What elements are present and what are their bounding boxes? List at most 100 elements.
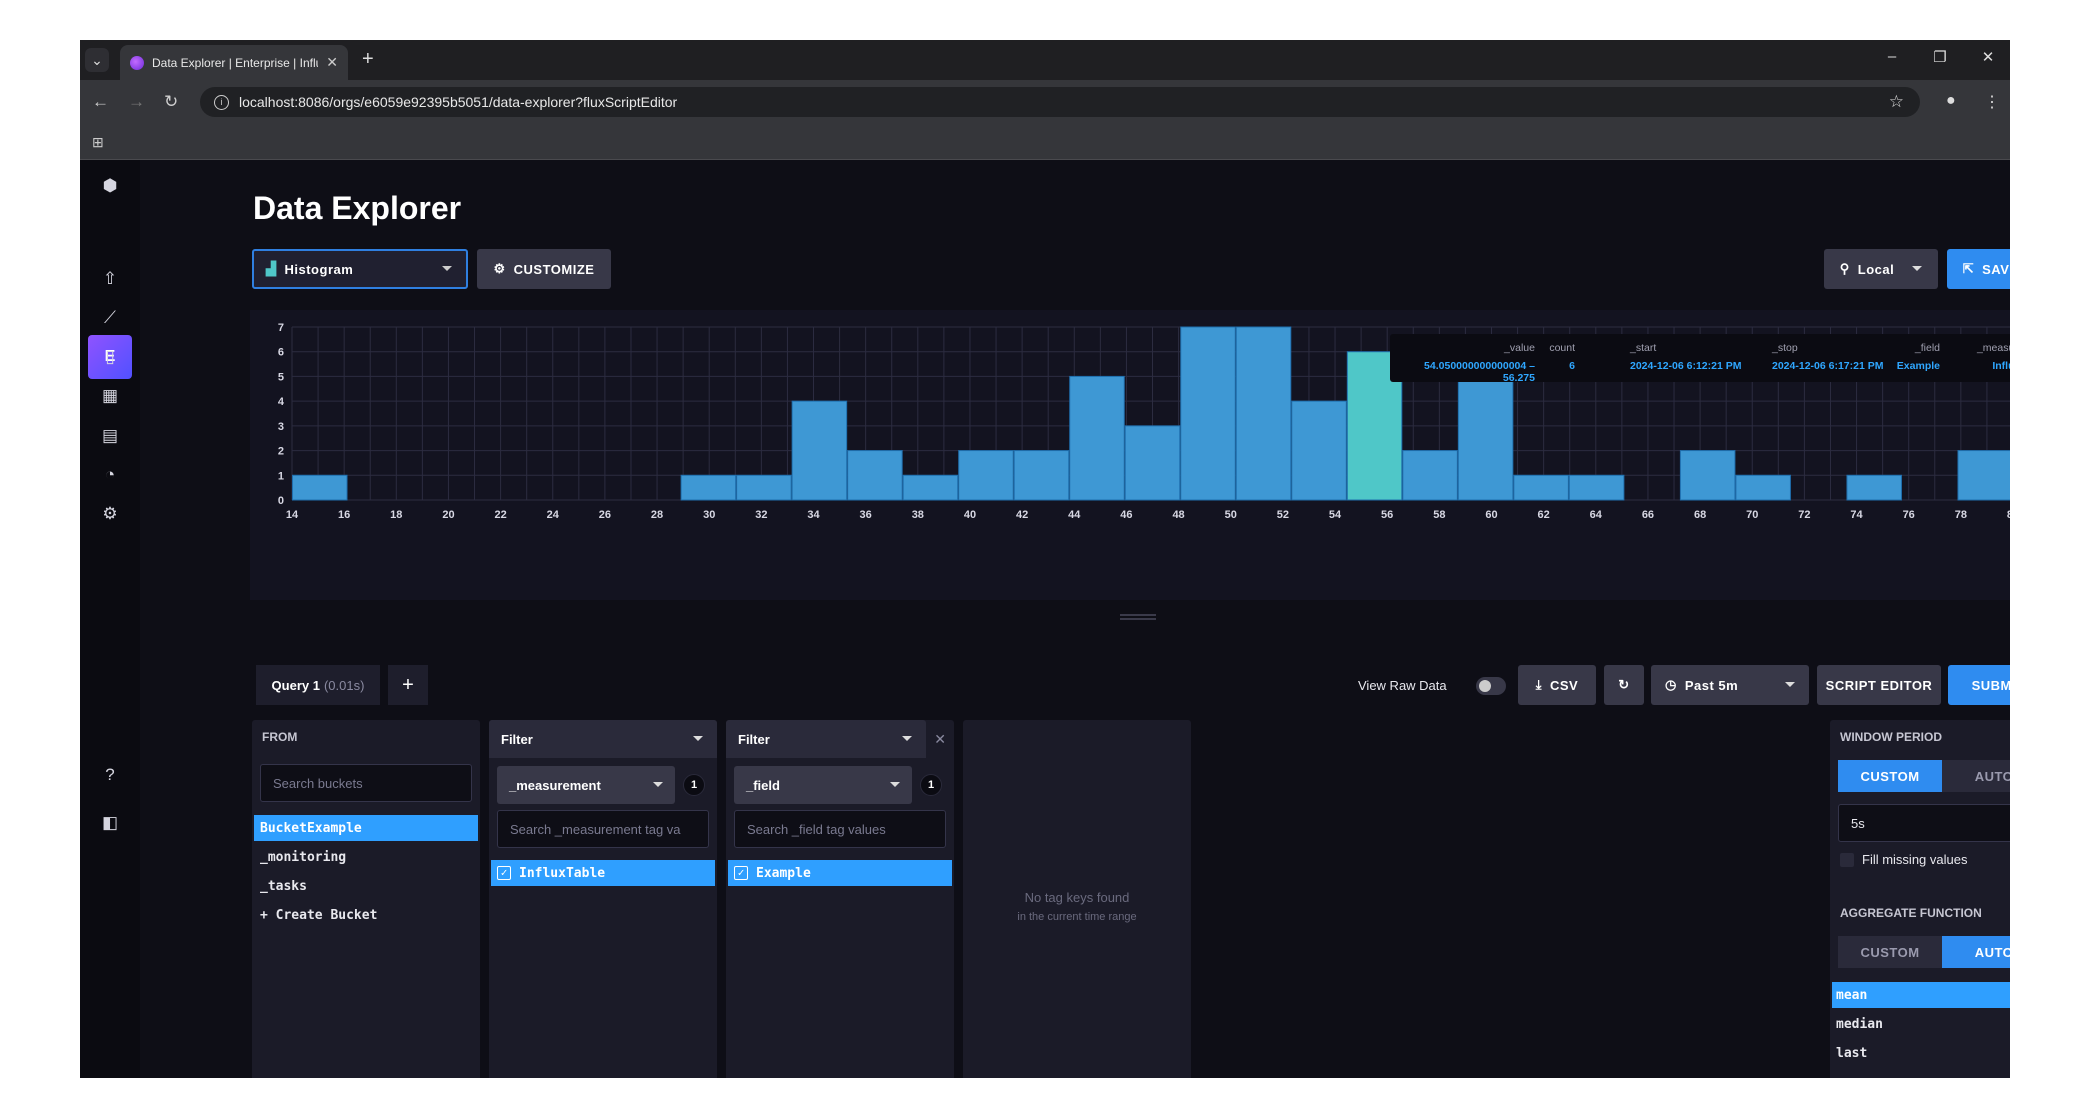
aggregate-auto-toggle[interactable]: AUTO (1942, 936, 2010, 968)
settings-gear-icon[interactable]: ⚙ (98, 502, 122, 526)
aggregate-function-item[interactable]: mean (1832, 982, 2010, 1008)
refresh-button[interactable]: ↻ (1604, 665, 1644, 705)
address-bar[interactable]: i localhost:8086/orgs/e6059e92395b5051/d… (200, 87, 1920, 117)
x-tick-label: 24 (547, 509, 560, 521)
tab-search-chevron-icon[interactable]: ⌄ (85, 48, 109, 72)
tab-close-icon[interactable]: ✕ (326, 54, 338, 71)
tooltip-col-count: count 6 (1549, 342, 1575, 372)
filter-function-dropdown[interactable]: Filter (726, 720, 926, 758)
customize-label: CUSTOMIZE (513, 261, 595, 277)
explorer-chart-icon[interactable]: ⟋ (98, 306, 122, 330)
alerts-bell-icon[interactable]: ◔ (98, 463, 122, 487)
bucket-item[interactable]: _monitoring (254, 844, 478, 870)
tooltip-header: count (1549, 342, 1575, 354)
histogram-bar (1180, 326, 1236, 501)
new-tab-plus-icon[interactable]: + (362, 48, 374, 71)
notebook-icon[interactable]: ▯ (98, 345, 122, 369)
dashboard-icon[interactable]: ▦ (98, 384, 122, 408)
x-tick-label: 56 (1381, 509, 1393, 521)
customize-button[interactable]: ⚙ CUSTOMIZE (477, 249, 611, 289)
tooltip-col-start: _start 2024-12-06 6:12:21 PM (1630, 342, 1742, 372)
nav-sidebar: ⬢ E ⇧ ⟋ ▯ ▦ ▤ ◔ ⚙ ? ◧ (80, 160, 140, 1078)
resize-handle[interactable] (1120, 614, 1156, 620)
site-info-icon[interactable]: i (214, 94, 229, 110)
collapse-sidebar-icon[interactable]: ◧ (98, 811, 122, 835)
view-raw-data-toggle[interactable] (1476, 677, 1506, 695)
upload-icon[interactable]: ⇧ (98, 267, 122, 291)
x-tick-label: 34 (807, 509, 820, 521)
x-tick-label: 32 (755, 509, 767, 521)
tooltip-header: _field (1914, 342, 1940, 354)
bucket-item[interactable]: BucketExample (254, 815, 478, 841)
window-period-input[interactable]: 5s (1838, 804, 2010, 842)
submit-button[interactable]: SUBMIT (1948, 665, 2010, 705)
x-tick-label: 46 (1120, 509, 1132, 521)
bookmark-star-icon[interactable]: ☆ (1889, 92, 1904, 112)
forward-arrow-icon[interactable]: → (128, 92, 145, 112)
add-query-button[interactable]: + (388, 665, 428, 705)
aggregate-function-item[interactable]: median (1832, 1011, 2010, 1037)
y-tick-label: 3 (278, 421, 284, 433)
aggregate-custom-toggle[interactable]: CUSTOM (1838, 936, 1942, 968)
tag-key-label: _measurement (509, 777, 601, 793)
histogram-bar (1124, 425, 1181, 501)
browser-tab[interactable]: Data Explorer | Enterprise | Influ ✕ (120, 45, 348, 80)
tag-key-dropdown[interactable]: _measurement (497, 766, 675, 804)
x-tick-label: 74 (1850, 509, 1863, 521)
chevron-down-icon (902, 736, 912, 746)
tag-value-search-input[interactable]: Search _field tag values (734, 810, 946, 848)
x-tick-label: 48 (1172, 509, 1184, 521)
query-tab[interactable]: Query 1 (0.01s) (256, 665, 380, 705)
bucket-search-input[interactable]: Search buckets (260, 764, 472, 802)
reload-icon[interactable]: ↻ (164, 92, 178, 112)
chevron-down-icon (442, 266, 452, 276)
aggregate-function-item[interactable]: last (1832, 1040, 2010, 1066)
x-tick-label: 42 (1016, 509, 1028, 521)
help-icon[interactable]: ? (98, 763, 122, 787)
back-arrow-icon[interactable]: ← (92, 92, 109, 112)
x-tick-label: 80 (2007, 509, 2010, 521)
restore-icon[interactable]: ❐ (1925, 48, 1955, 66)
export-icon: ⇱ (1962, 261, 1975, 276)
influx-logo-icon[interactable]: ⬢ (98, 174, 122, 198)
create-bucket-link[interactable]: + Create Bucket (254, 902, 478, 928)
x-tick-label: 14 (286, 509, 299, 521)
tag-value-label: InfluxTable (519, 865, 606, 881)
csv-download-button[interactable]: ⤓ CSV (1518, 665, 1596, 705)
tasks-calendar-icon[interactable]: ▤ (98, 424, 122, 448)
x-tick-label: 26 (599, 509, 611, 521)
histogram-bar (680, 474, 737, 501)
save-as-button[interactable]: ⇱ SAVE AS (1947, 249, 2010, 289)
timezone-dropdown[interactable]: ⚲ Local (1824, 249, 1938, 289)
chevron-down-icon (1912, 266, 1923, 276)
histogram-bar (736, 474, 792, 501)
checkbox-unchecked-icon (1840, 852, 1854, 867)
page-title: Data Explorer (253, 190, 462, 226)
selected-count-badge: 1 (920, 774, 942, 796)
save-as-label: SAVE AS (1982, 261, 2010, 277)
window-auto-toggle[interactable]: AUTO (1942, 760, 2010, 792)
remove-filter-icon[interactable]: ✕ (934, 731, 946, 748)
histogram-chart[interactable]: 0 1 2 3 4 5 6 7 14 16 18 20 22 24 26 28 30 32 34 36 38 40 42 44… (250, 310, 2010, 600)
fill-missing-checkbox[interactable]: Fill missing values (1840, 852, 1967, 867)
script-editor-button[interactable]: SCRIPT EDITOR (1817, 665, 1941, 705)
tag-value-item[interactable]: ✓ Example (728, 860, 952, 886)
profile-icon[interactable]: ● (1946, 92, 1956, 110)
window-custom-toggle[interactable]: CUSTOM (1838, 760, 1942, 792)
close-window-icon[interactable]: ✕ (1973, 48, 2003, 66)
tooltip-value: 54.050000000000004 – 56.275 (1424, 360, 1535, 384)
tag-key-dropdown[interactable]: _field (734, 766, 912, 804)
browser-menu-icon[interactable]: ⋮ (1984, 92, 2000, 112)
filter-function-dropdown[interactable]: Filter (489, 720, 717, 758)
apps-grid-icon[interactable]: ⊞ (92, 134, 104, 151)
filter-title: Filter (738, 731, 770, 747)
time-range-dropdown[interactable]: ◷ Past 5m (1651, 665, 1809, 705)
bucket-item[interactable]: _tasks (254, 873, 478, 899)
chevron-down-icon (890, 782, 900, 792)
tag-value-search-input[interactable]: Search _measurement tag va (497, 810, 709, 848)
minimize-icon[interactable]: – (1877, 48, 1907, 65)
tag-value-item[interactable]: ✓ InfluxTable (491, 860, 715, 886)
y-tick-label: 0 (278, 495, 284, 507)
visualization-type-dropdown[interactable]: ▟ Histogram (252, 249, 468, 289)
histogram-bar (1846, 474, 1902, 501)
